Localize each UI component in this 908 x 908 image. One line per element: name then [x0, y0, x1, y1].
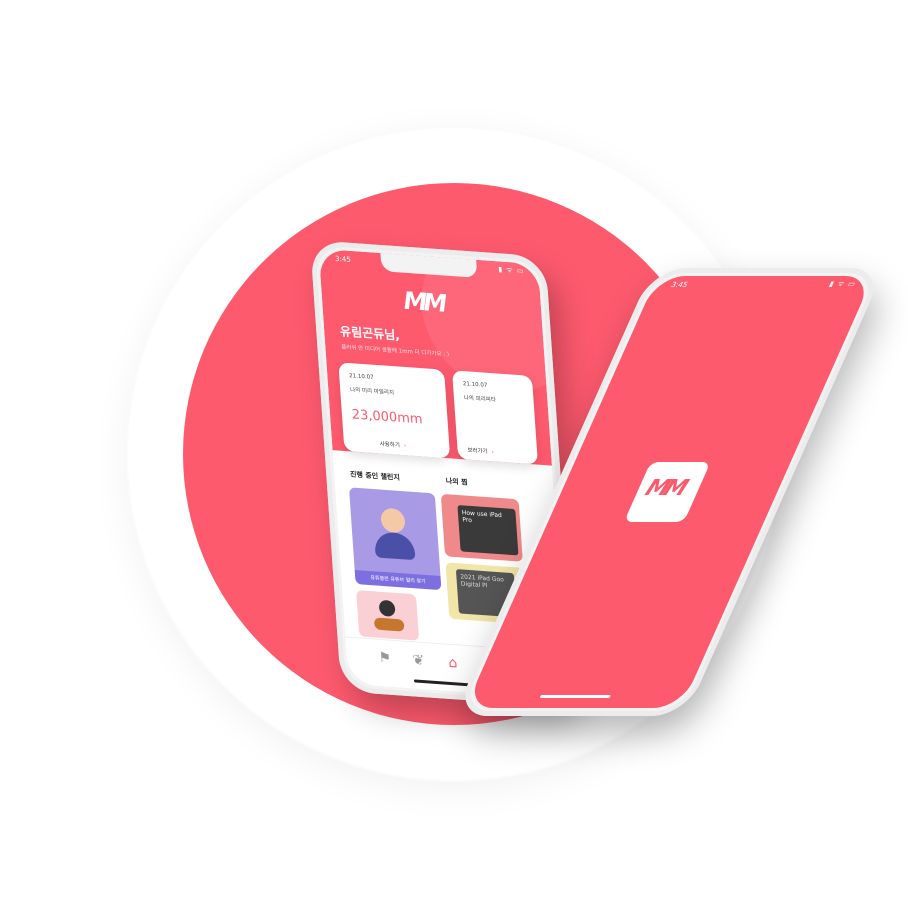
ipad-thumbnail: How use iPad Pro	[457, 505, 519, 556]
greeting-title: 유림곤듀님,	[339, 324, 401, 343]
app-logo: MM	[402, 286, 445, 318]
app-icon: MM	[623, 462, 711, 522]
leaf-icon[interactable]: ❦	[412, 652, 425, 669]
secondary-card[interactable]: 21.10.07 나의 피리피타 보러가기 ›	[452, 370, 538, 465]
chevron-right-icon: ›	[403, 443, 407, 450]
pick-tile-ipad[interactable]: How use iPad Pro	[440, 493, 523, 562]
use-link[interactable]: 사용하기 ›	[379, 439, 407, 450]
home-icon[interactable]: ⌂	[448, 655, 458, 672]
meditation-body	[373, 531, 416, 561]
home-indicator	[539, 695, 611, 698]
meditation-illustration	[380, 507, 406, 534]
card-date: 21.10.07	[348, 373, 374, 381]
section-challenges-title: 진행 중인 챌린지	[349, 470, 401, 482]
greeting-subtext: 플러쉬 안 미디어 생활에 1mm 더 다가가요 : )	[341, 344, 450, 359]
challenge-tile-guitar[interactable]	[356, 590, 420, 641]
mileage-amount: 23,000mm	[351, 407, 424, 428]
use-link-label: 사용하기	[379, 441, 401, 449]
card-date: 21.10.07	[462, 381, 488, 389]
card-title: 나의 미리 마일리지	[349, 387, 395, 397]
card-title: 나의 피리피타	[463, 395, 497, 404]
chevron-right-icon: ›	[491, 449, 495, 456]
tile-caption: 유튜블런 유튜브 멀리 찾기	[354, 569, 442, 591]
mileage-card[interactable]: 21.10.07 나의 미리 마일리지 23,000mm 사용하기 ›	[338, 362, 451, 459]
guitar-illustration	[373, 617, 405, 632]
view-link[interactable]: 보러가기 ›	[467, 446, 494, 456]
guitarist-illustration	[378, 599, 396, 617]
status-time: 3:45	[334, 254, 352, 264]
flag-icon[interactable]: ⚑	[378, 650, 392, 667]
view-link-label: 보러가기	[467, 447, 488, 456]
status-icons: ▮ ᯤ ▭	[498, 265, 525, 276]
section-my-picks-title: 나의 찜	[445, 477, 468, 487]
app-logo: MM	[641, 476, 689, 501]
challenge-tile-yoga[interactable]: 유튜블런 유튜브 멀리 찾기	[348, 487, 442, 591]
status-time: 3:45	[669, 281, 689, 289]
status-icons: ▮ ᯤ ▭	[827, 280, 858, 288]
